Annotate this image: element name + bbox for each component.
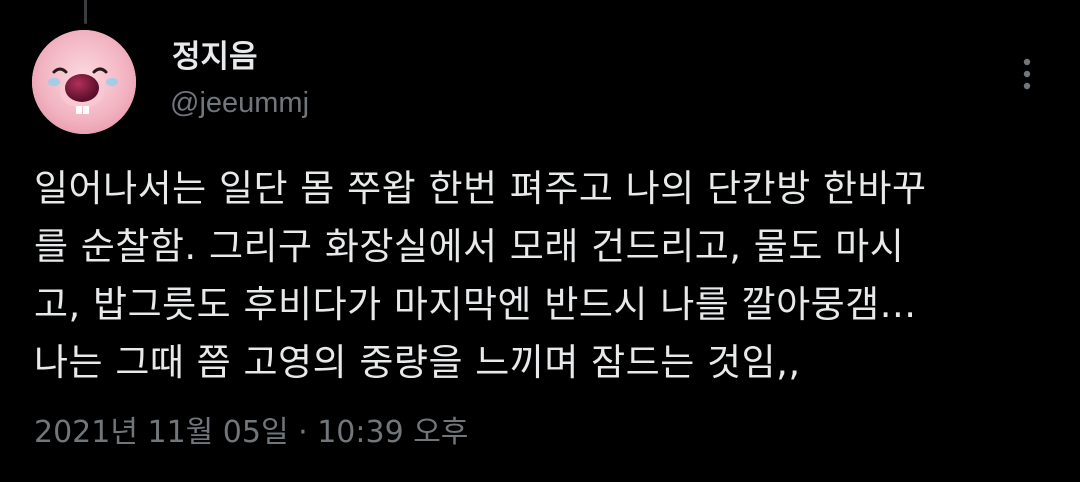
more-vertical-icon: [1023, 58, 1031, 90]
tweet-line: 고, 밥그릇도 후비다가 마지막엔 반드시 나를 깔아뭉갬...: [34, 283, 917, 326]
tweet-line: 일어나서는 일단 몸 쭈왑 한번 펴주고 나의 단칸방 한바꾸: [34, 167, 927, 210]
pink-character-avatar-icon: [32, 30, 136, 134]
tweet-text: 일어나서는 일단 몸 쭈왑 한번 펴주고 나의 단칸방 한바꾸 를 순찰함. 그…: [34, 160, 1054, 392]
tweet-date: 2021년 11월 05일: [34, 415, 289, 450]
avatar[interactable]: [32, 30, 136, 134]
timestamp-separator: ·: [298, 415, 308, 450]
tweet-timestamp[interactable]: 2021년 11월 05일 · 10:39 오후: [34, 412, 468, 454]
tweet-line: 를 순찰함. 그리구 화장실에서 모래 건드리고, 물도 마시: [34, 225, 905, 268]
tweet-line: 나는 그때 쯤 고영의 중량을 느끼며 잠드는 것임,,: [34, 341, 801, 384]
display-name[interactable]: 정지음: [172, 37, 258, 77]
user-handle[interactable]: @jeeummj: [170, 84, 309, 122]
more-options-button[interactable]: [1012, 55, 1042, 93]
thread-connector-line: [84, 0, 87, 24]
tweet-time: 10:39 오후: [317, 415, 469, 450]
